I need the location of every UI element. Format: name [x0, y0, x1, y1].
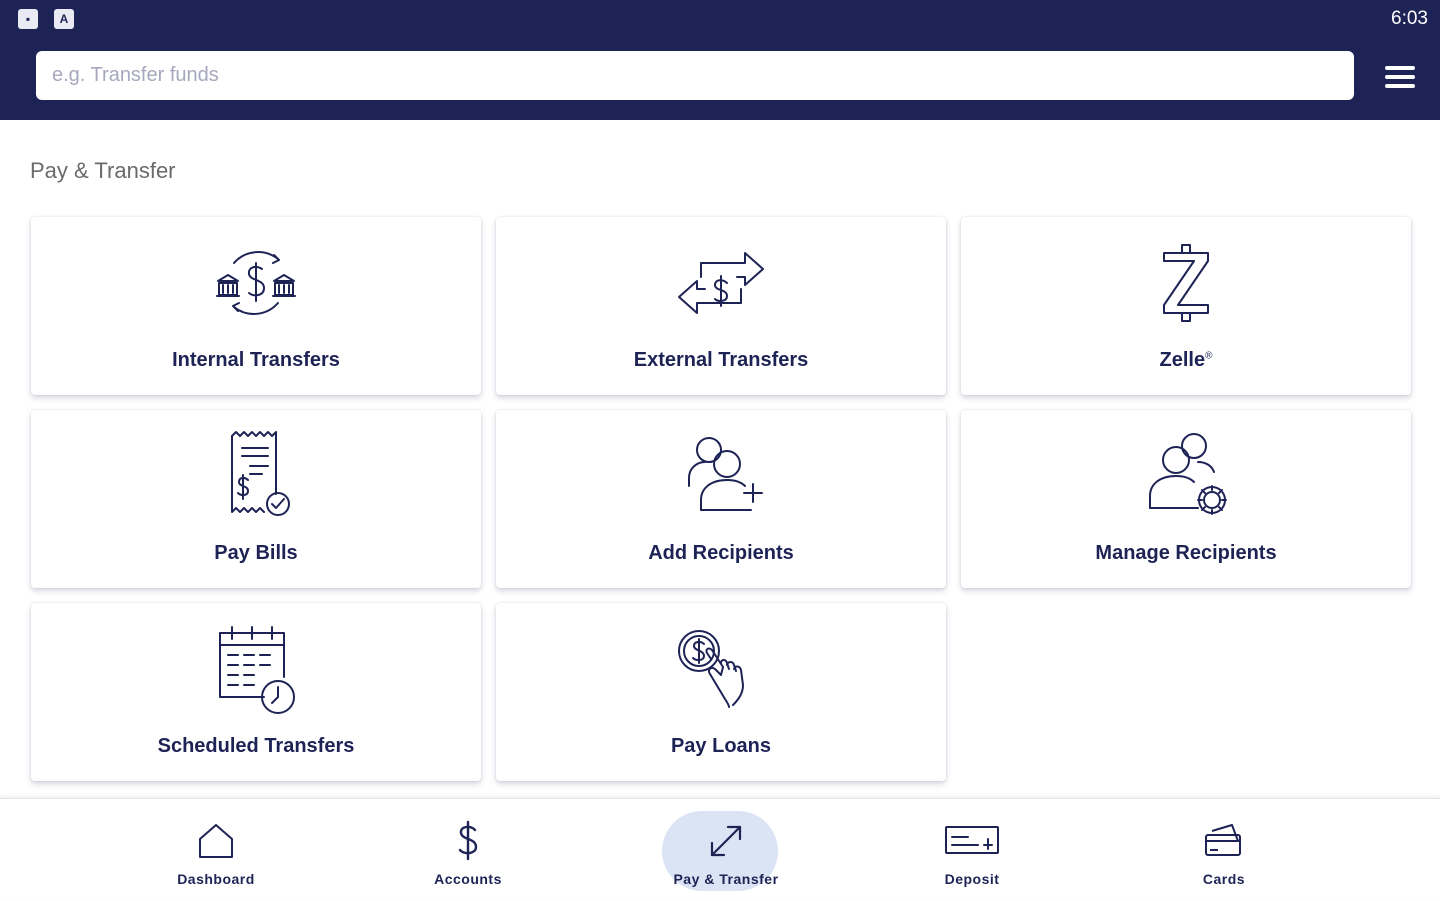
nav-label: Pay & Transfer: [673, 871, 779, 887]
nav-accounts[interactable]: Accounts: [398, 799, 538, 901]
home-icon: [194, 819, 238, 863]
registered-mark: ®: [1205, 350, 1213, 362]
nav-label: Deposit: [944, 871, 1000, 887]
tile-scheduled-transfers[interactable]: Scheduled Transfers: [31, 603, 481, 781]
add-user-icon: [671, 426, 771, 526]
tile-label: Zelle®: [1159, 349, 1213, 371]
status-time: 6:03: [1391, 8, 1428, 29]
image-notification-icon: ▪: [18, 9, 38, 29]
tile-add-recipients[interactable]: Add Recipients: [496, 410, 946, 588]
app-header: [0, 40, 1440, 120]
page-title: Pay & Transfer: [30, 158, 176, 183]
nav-deposit[interactable]: Deposit: [902, 799, 1042, 901]
bank-transfer-icon: [206, 233, 306, 333]
bottom-navigation: Dashboard Accounts Pay & Transfer Deposi…: [0, 798, 1440, 900]
nav-label: Cards: [1202, 871, 1246, 887]
calendar-clock-icon: [206, 619, 306, 719]
status-bar: ▪ A 6:03: [0, 0, 1440, 40]
dollar-exchange-arrows-icon: [671, 233, 771, 333]
tile-pay-bills[interactable]: Pay Bills: [31, 410, 481, 588]
nav-dashboard[interactable]: Dashboard: [146, 799, 286, 901]
tile-label: Scheduled Transfers: [157, 735, 355, 757]
tile-label: Pay Bills: [214, 542, 298, 564]
bill-receipt-icon: [206, 426, 306, 526]
tile-zelle[interactable]: Zelle®: [961, 217, 1411, 395]
zelle-icon: [1136, 233, 1236, 333]
cards-icon: [1202, 819, 1246, 863]
hamburger-menu-icon[interactable]: [1380, 60, 1420, 94]
tile-label: External Transfers: [633, 349, 809, 371]
nav-pay-transfer[interactable]: Pay & Transfer: [656, 799, 796, 901]
tile-internal-transfers[interactable]: Internal Transfers: [31, 217, 481, 395]
tile-label: Add Recipients: [648, 542, 794, 564]
tile-label: Pay Loans: [670, 735, 772, 757]
tile-label: Manage Recipients: [1095, 542, 1277, 564]
app-notification-icon: A: [54, 9, 74, 29]
check-deposit-icon: [944, 819, 1000, 863]
hand-coin-icon: [671, 619, 771, 719]
nav-cards[interactable]: Cards: [1154, 799, 1294, 901]
user-settings-icon: [1136, 426, 1236, 526]
search-input[interactable]: [36, 51, 1354, 100]
tile-external-transfers[interactable]: External Transfers: [496, 217, 946, 395]
nav-label: Accounts: [434, 871, 502, 887]
transfer-arrows-icon: [704, 819, 748, 863]
tile-pay-loans[interactable]: Pay Loans: [496, 603, 946, 781]
tile-label: Internal Transfers: [172, 349, 340, 371]
tile-manage-recipients[interactable]: Manage Recipients: [961, 410, 1411, 588]
nav-label: Dashboard: [177, 871, 255, 887]
dollar-icon: [446, 819, 490, 863]
